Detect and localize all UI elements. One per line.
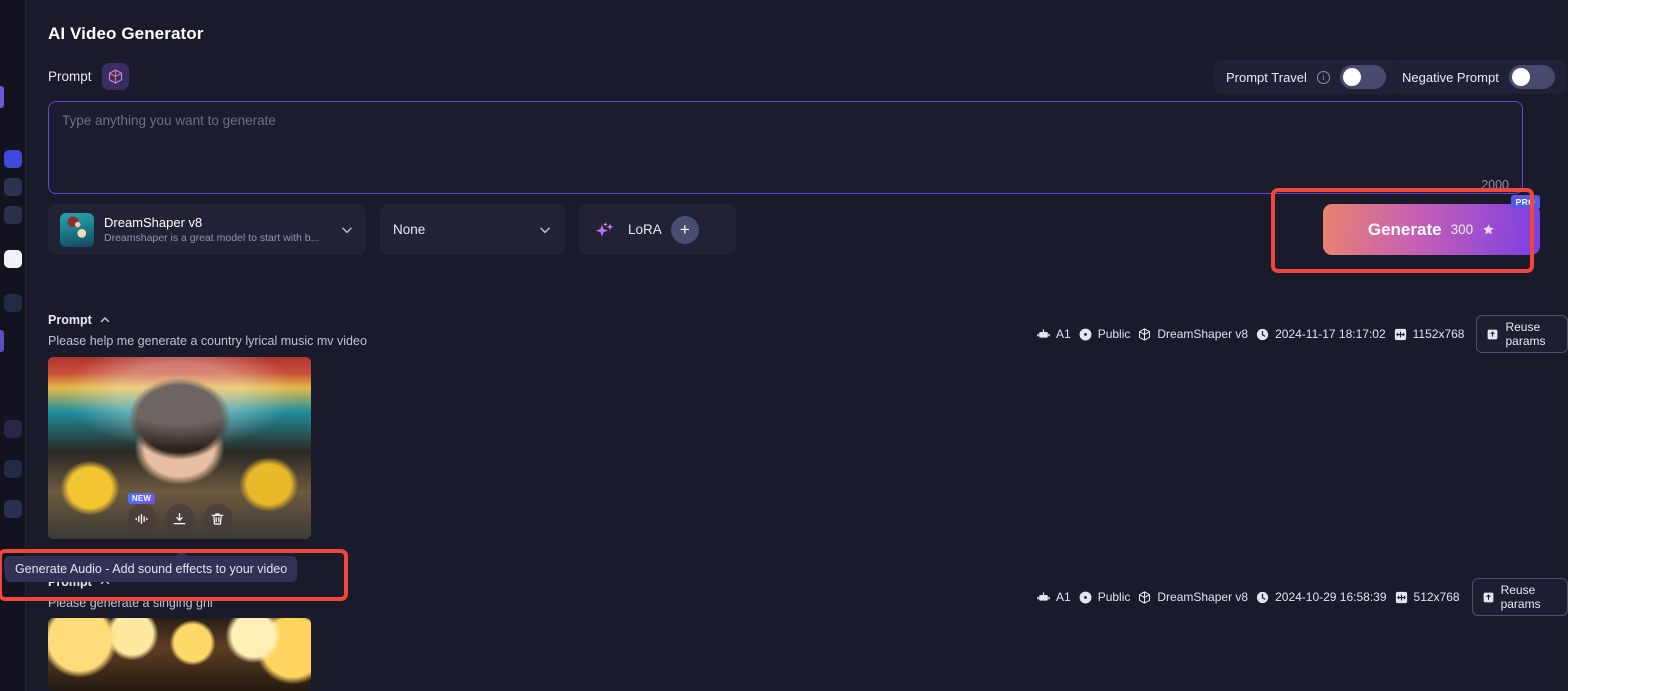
rail-item-6[interactable] <box>4 420 22 438</box>
resize-icon <box>1393 327 1408 342</box>
sparkles-icon <box>591 216 619 244</box>
rail-item-5[interactable] <box>4 294 22 312</box>
dice-3d-icon[interactable] <box>101 63 129 90</box>
prompt-label-row: Prompt <box>48 63 129 90</box>
rail-item-8[interactable] <box>4 500 22 518</box>
rail-marker-2 <box>0 330 4 352</box>
reuse-icon <box>1482 591 1495 604</box>
prompt-travel-toggle-group[interactable]: Prompt Travel i <box>1214 60 1398 94</box>
pro-badge: PRO <box>1510 195 1540 208</box>
audio-waveform-icon[interactable]: NEW <box>127 493 156 533</box>
plus-icon[interactable]: + <box>670 215 699 244</box>
browser-sidebar-rail <box>0 0 26 691</box>
result-image <box>48 618 311 691</box>
reuse-params-button[interactable]: Reuse params <box>1471 578 1568 616</box>
reuse-params-button[interactable]: Reuse params <box>1476 315 1568 353</box>
reuse-params-label: Reuse params <box>1505 320 1546 348</box>
clock-icon <box>1255 590 1270 605</box>
meta-size-value: 512x768 <box>1413 590 1460 604</box>
meta-engine: A1 <box>1036 590 1071 605</box>
style-selector-value: None <box>393 222 426 237</box>
model-selector[interactable]: DreamShaper v8 Dreamshaper is a great mo… <box>48 204 366 255</box>
generate-cost: 300 <box>1450 222 1474 237</box>
robot-icon <box>1036 590 1051 605</box>
meta-time: 2024-11-17 18:17:02 <box>1255 327 1386 342</box>
meta-visibility: Public <box>1078 327 1131 342</box>
star-icon <box>1482 223 1495 236</box>
meta-size-value: 1152x768 <box>1412 327 1465 341</box>
reuse-params-label: Reuse params <box>1500 583 1541 611</box>
meta-model: DreamShaper v8 <box>1137 590 1248 605</box>
download-icon[interactable] <box>165 504 194 533</box>
meta-visibility-value: Public <box>1097 327 1131 341</box>
thumbnail-action-bar: NEW <box>127 493 232 533</box>
model-thumbnail <box>60 212 94 247</box>
meta-time-value: 2024-10-29 16:58:39 <box>1275 590 1387 604</box>
resize-icon <box>1394 590 1409 605</box>
result-prompt-text: Please help me generate a country lyrica… <box>48 334 367 348</box>
chevron-down-icon[interactable] <box>340 223 354 237</box>
meta-model-value: DreamShaper v8 <box>1157 590 1249 604</box>
model-name: DreamShaper v8 <box>104 214 203 230</box>
cube-icon <box>1137 327 1152 342</box>
rail-item-7[interactable] <box>4 460 22 478</box>
prompt-input-placeholder[interactable]: Type anything you want to generate <box>62 113 276 128</box>
meta-size: 1152x768 <box>1393 327 1465 342</box>
result-meta-row: A1 Public DreamShaper v8 2024-10-29 16:5… <box>1036 578 1568 616</box>
result-prompt-header[interactable]: Prompt <box>48 313 111 327</box>
rail-item-1[interactable] <box>4 150 22 168</box>
result-prompt-text: Please generate a singing gril <box>48 596 213 610</box>
page-title: AI Video Generator <box>48 24 204 43</box>
page-background <box>1568 0 1679 691</box>
reuse-icon <box>1486 328 1499 341</box>
cube-icon <box>1137 590 1152 605</box>
generate-audio-tooltip: Generate Audio - Add sound effects to yo… <box>5 550 298 582</box>
meta-model-value: DreamShaper v8 <box>1157 327 1249 341</box>
rail-item-4[interactable] <box>4 250 22 268</box>
result-thumbnail[interactable] <box>48 618 311 691</box>
rail-item-2[interactable] <box>4 178 22 196</box>
result-meta-row: A1 Public DreamShaper v8 2024-11-17 18:1… <box>1036 315 1568 353</box>
model-description: Dreamshaper is a great model to start wi… <box>104 231 320 244</box>
chevron-up-icon[interactable] <box>99 314 111 326</box>
lora-selector[interactable]: LoRA + <box>579 204 736 255</box>
negative-prompt-switch[interactable] <box>1508 65 1555 89</box>
generate-button-label: Generate <box>1367 219 1442 239</box>
meta-time: 2024-10-29 16:58:39 <box>1255 590 1387 605</box>
generate-button[interactable]: Generate 300 PRO <box>1323 195 1540 255</box>
negative-prompt-toggle-group[interactable]: Negative Prompt <box>1390 60 1567 94</box>
prompt-travel-switch[interactable] <box>1339 65 1386 89</box>
style-selector[interactable]: None <box>380 204 565 255</box>
result-prompt-label: Prompt <box>48 313 92 327</box>
chevron-down-icon[interactable] <box>538 223 552 237</box>
meta-size: 512x768 <box>1394 590 1460 605</box>
clock-icon <box>1255 327 1270 342</box>
meta-visibility-value: Public <box>1097 590 1131 604</box>
result-thumbnail[interactable]: NEW <box>48 357 311 539</box>
eye-icon <box>1078 590 1093 605</box>
trash-icon[interactable] <box>203 504 232 533</box>
info-icon[interactable]: i <box>1316 70 1330 84</box>
meta-engine: A1 <box>1036 327 1071 342</box>
robot-icon <box>1036 327 1051 342</box>
rail-marker-1 <box>0 86 4 108</box>
meta-engine-value: A1 <box>1056 590 1071 604</box>
prompt-char-limit: 2000 <box>1481 178 1509 192</box>
lora-label: LoRA <box>628 222 662 237</box>
prompt-input-container[interactable]: Type anything you want to generate 2000 <box>48 101 1523 194</box>
prompt-label: Prompt <box>48 69 92 84</box>
ai-video-generator-app: AI Video Generator Prompt Prompt Travel … <box>26 0 1568 691</box>
negative-prompt-label: Negative Prompt <box>1402 69 1499 85</box>
eye-icon <box>1078 327 1093 342</box>
meta-time-value: 2024-11-17 18:17:02 <box>1275 327 1386 341</box>
meta-model: DreamShaper v8 <box>1137 327 1248 342</box>
new-badge: NEW <box>127 493 156 504</box>
selector-row: DreamShaper v8 Dreamshaper is a great mo… <box>48 204 736 255</box>
prompt-travel-label: Prompt Travel <box>1226 69 1307 85</box>
rail-item-3[interactable] <box>4 206 22 224</box>
meta-engine-value: A1 <box>1056 327 1071 341</box>
meta-visibility: Public <box>1078 590 1131 605</box>
